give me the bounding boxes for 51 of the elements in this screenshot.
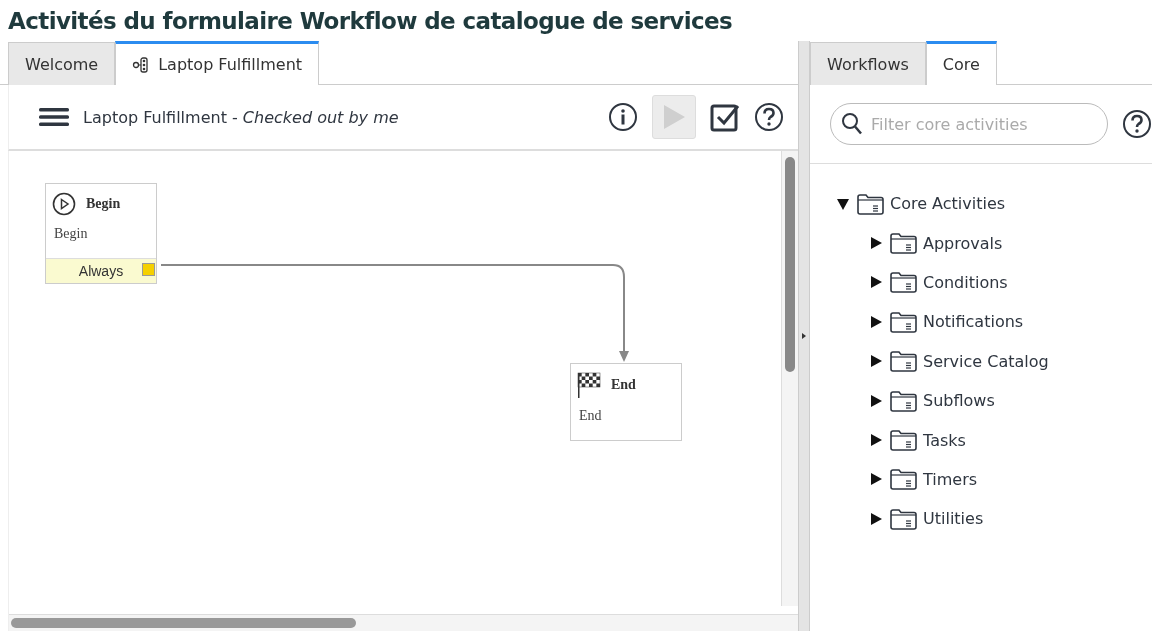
palette-tab[interactable]: Workflows [810,42,926,85]
exit-condition: Always [46,258,156,283]
node-title: Begin [86,196,121,212]
expand-arrow-icon[interactable] [869,354,883,369]
info-icon[interactable] [608,102,639,132]
folder-icon [889,310,917,333]
vertical-scrollbar[interactable] [781,151,799,606]
expand-arrow-icon[interactable] [869,511,883,526]
node-subtitle: End [578,407,603,425]
folder-icon [889,468,917,491]
expand-arrow-icon[interactable] [869,472,883,487]
tree-item[interactable]: Timers [869,459,1152,500]
activity-node[interactable]: Begin Begin Always [45,183,157,284]
node-subtitle: Begin [53,225,89,243]
editor-tab[interactable]: Laptop Fulfillment [115,41,320,85]
search-field[interactable]: Filter core activities [830,103,1108,145]
tree-item[interactable]: Notifications [869,302,1152,342]
tree-item[interactable]: Service Catalog [869,341,1152,381]
expand-arrow-icon[interactable] [869,275,883,290]
help-icon[interactable] [754,102,785,132]
folder-icon [889,429,917,452]
expand-arrow-icon[interactable] [869,314,883,329]
menu-icon[interactable] [39,107,69,127]
expand-arrow-icon[interactable] [869,433,883,448]
page-title: Activités du formulaire Workflow de catalogue de services [7,7,734,36]
expand-arrow-icon[interactable] [869,393,883,408]
node-title: End [611,377,636,393]
folder-icon [889,507,917,530]
search-icon [841,112,863,136]
checkbox-icon[interactable] [710,102,741,132]
expand-arrow-icon[interactable] [869,236,883,251]
play-icon [52,192,76,216]
workflow-name: Laptop Fulfillment - Checked out by me [83,107,399,127]
folder-icon [889,271,917,294]
folder-icon [889,232,917,255]
tree-item[interactable]: Subflows [869,380,1152,421]
palette-tab[interactable]: Core [925,41,997,85]
folder-icon [856,192,884,215]
tree-item[interactable]: Core Activities [836,184,1152,224]
activity-node[interactable]: End End [570,363,682,441]
folder-icon [889,350,917,373]
horizontal-scrollbar[interactable] [9,614,799,631]
editor-tab[interactable]: Welcome [8,42,116,85]
help-icon[interactable] [1122,109,1152,139]
tree-item[interactable]: Approvals [869,223,1152,263]
tree-item[interactable]: Utilities [869,499,1152,539]
tree-item[interactable]: Tasks [869,420,1152,460]
folder-icon [889,389,917,412]
tree-item[interactable]: Conditions [869,262,1152,303]
collapse-arrow-icon[interactable] [836,196,850,211]
checkered-flag-icon [577,372,601,398]
